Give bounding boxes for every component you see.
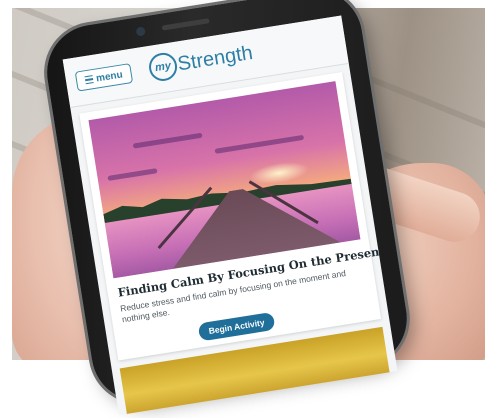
hero-image-pier-sunset [88,81,361,279]
cloud [214,134,305,154]
mystrength-logo[interactable]: my Strength [147,37,255,85]
sunset-glow [247,158,311,188]
front-camera [135,26,146,37]
earpiece-speaker [161,18,210,31]
app-screen: menu my Strength Finding Calm By Focusin… [62,15,398,416]
begin-activity-button[interactable]: Begin Activity [197,311,276,342]
logo-badge: my [147,50,180,83]
phone: menu my Strength Finding Calm By Focusin… [40,0,414,416]
hamburger-menu-icon [84,74,94,85]
menu-label: menu [95,68,124,84]
logo-wordmark: Strength [176,41,255,75]
activity-card[interactable]: Finding Calm By Focusing On the Present … [79,72,386,361]
cloud [132,132,203,149]
menu-button[interactable]: menu [74,63,134,92]
cloud [107,168,158,181]
